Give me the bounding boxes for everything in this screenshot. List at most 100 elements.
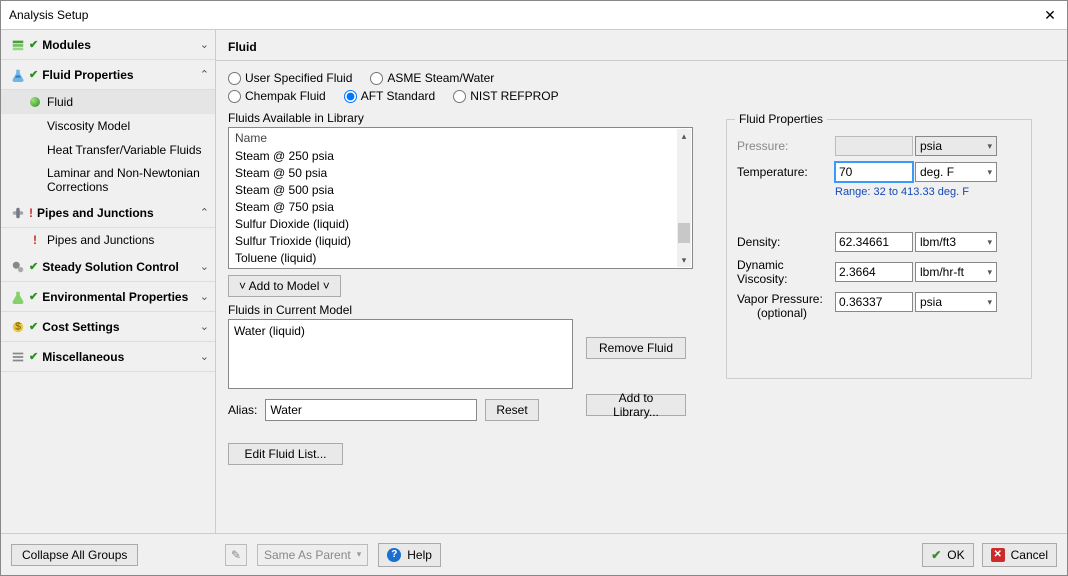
fluid-source-radios: User Specified Fluid ASME Steam/Water Ch… bbox=[228, 71, 588, 103]
vapor-input[interactable] bbox=[835, 292, 913, 312]
viscosity-input[interactable] bbox=[835, 262, 913, 282]
collapse-all-button[interactable]: Collapse All Groups bbox=[11, 544, 138, 566]
sidebar-label: Cost Settings bbox=[42, 320, 200, 334]
sidebar-label: Miscellaneous bbox=[42, 350, 200, 364]
list-item[interactable]: Toluene (liquid) bbox=[229, 250, 677, 267]
vapor-label: Vapor Pressure:(optional) bbox=[737, 292, 835, 320]
same-as-parent-select[interactable]: Same As Parent▾ bbox=[257, 544, 368, 566]
list-icon bbox=[7, 350, 29, 364]
chevron-down-icon: ⌄ bbox=[200, 290, 209, 303]
list-item[interactable]: Steam @ 250 psia bbox=[229, 148, 677, 165]
chevron-down-icon: ▾ bbox=[987, 297, 992, 308]
sidebar-label: Fluid Properties bbox=[42, 68, 200, 82]
alias-input[interactable] bbox=[265, 399, 477, 421]
flask-icon bbox=[7, 68, 29, 82]
scroll-thumb[interactable] bbox=[678, 223, 690, 243]
same-as-parent-icon: ✎ bbox=[225, 544, 247, 566]
current-model-listbox[interactable]: Water (liquid) bbox=[228, 319, 573, 389]
svg-text:$: $ bbox=[15, 320, 21, 332]
sidebar-header-modules[interactable]: ✔ Modules ⌄ bbox=[1, 30, 215, 60]
warning-icon: ! bbox=[27, 233, 43, 247]
viscosity-label: Dynamic Viscosity: bbox=[737, 258, 835, 286]
chevron-up-icon: ⌃ bbox=[200, 206, 209, 219]
library-head: Name bbox=[229, 128, 692, 149]
modules-icon bbox=[7, 38, 29, 52]
radio-asme[interactable]: ASME Steam/Water bbox=[370, 71, 494, 85]
alias-label: Alias: bbox=[228, 403, 257, 417]
sidebar-header-misc[interactable]: ✔ Miscellaneous ⌄ bbox=[1, 342, 215, 372]
sidebar-item-label: Viscosity Model bbox=[47, 119, 209, 133]
radio-nist[interactable]: NIST REFPROP bbox=[453, 89, 558, 103]
help-button[interactable]: ? Help bbox=[378, 543, 441, 567]
list-item[interactable]: Steam @ 50 psia bbox=[229, 165, 677, 182]
library-listbox[interactable]: Name Steam @ 250 psia Steam @ 50 psia St… bbox=[228, 127, 693, 269]
sidebar-header-fluid-properties[interactable]: ✔ Fluid Properties ⌃ bbox=[1, 60, 215, 90]
window-title: Analysis Setup bbox=[9, 8, 88, 22]
group-title: Fluid Properties bbox=[735, 112, 827, 126]
sidebar-label: Modules bbox=[42, 38, 200, 52]
add-to-library-button[interactable]: Add to Library... bbox=[586, 394, 686, 416]
check-icon: ✔ bbox=[29, 290, 38, 303]
chevron-down-icon: ⌄ bbox=[200, 260, 209, 273]
flask-icon bbox=[7, 290, 29, 304]
sidebar-item-laminar[interactable]: Laminar and Non-Newtonian Corrections bbox=[1, 162, 215, 198]
reset-button[interactable]: Reset bbox=[485, 399, 538, 421]
sidebar-item-heat-transfer[interactable]: Heat Transfer/Variable Fluids bbox=[1, 138, 215, 162]
vapor-unit-select[interactable]: psia▾ bbox=[915, 292, 997, 312]
sidebar-header-steady[interactable]: ✔ Steady Solution Control ⌄ bbox=[1, 252, 215, 282]
edit-fluid-list-button[interactable]: Edit Fluid List... bbox=[228, 443, 343, 465]
list-item[interactable]: Steam @ 750 psia bbox=[229, 199, 677, 216]
help-icon: ? bbox=[387, 548, 401, 562]
chevron-down-icon: ▾ bbox=[987, 267, 992, 278]
sidebar-header-cost[interactable]: $ ✔ Cost Settings ⌄ bbox=[1, 312, 215, 342]
check-icon: ✔ bbox=[29, 350, 38, 363]
chevron-up-icon: ⌃ bbox=[200, 68, 209, 81]
pressure-input bbox=[835, 136, 913, 156]
list-item[interactable]: Water (liquid) bbox=[234, 323, 567, 339]
check-icon: ✔ bbox=[29, 320, 38, 333]
check-icon: ✔ bbox=[29, 68, 38, 81]
density-label: Density: bbox=[737, 235, 835, 249]
sidebar-item-fluid[interactable]: Fluid bbox=[1, 90, 215, 114]
sidebar-header-environmental[interactable]: ✔ Environmental Properties ⌄ bbox=[1, 282, 215, 312]
chevron-down-icon: ▾ bbox=[987, 167, 992, 178]
pressure-unit-select: psia▾ bbox=[915, 136, 997, 156]
status-ok-icon bbox=[27, 97, 43, 107]
viscosity-unit-select[interactable]: lbm/hr-ft▾ bbox=[915, 262, 997, 282]
close-icon[interactable]: ✕ bbox=[1041, 7, 1059, 24]
density-input[interactable] bbox=[835, 232, 913, 252]
temperature-unit-select[interactable]: deg. F▾ bbox=[915, 162, 997, 182]
sidebar-item-viscosity[interactable]: Viscosity Model bbox=[1, 114, 215, 138]
sidebar-label: Pipes and Junctions bbox=[37, 206, 200, 220]
list-item[interactable]: Sulfur Trioxide (liquid) bbox=[229, 233, 677, 250]
range-text: Range: 32 to 413.33 deg. F bbox=[835, 186, 1021, 198]
sidebar: ✔ Modules ⌄ ✔ Fluid Properties ⌃ Fluid V… bbox=[1, 30, 216, 533]
sidebar-label: Steady Solution Control bbox=[42, 260, 200, 274]
density-unit-select[interactable]: lbm/ft3▾ bbox=[915, 232, 997, 252]
gears-icon bbox=[7, 260, 29, 274]
add-to-model-button[interactable]: ˅ Add to Model ˅ bbox=[228, 275, 341, 297]
scroll-up-icon[interactable]: ▴ bbox=[677, 129, 691, 143]
check-icon: ✔ bbox=[29, 38, 38, 51]
sidebar-item-pipes[interactable]: ! Pipes and Junctions bbox=[1, 228, 215, 252]
chevron-down-icon: ⌄ bbox=[200, 320, 209, 333]
temperature-label: Temperature: bbox=[737, 165, 835, 179]
scrollbar[interactable]: ▴ ▾ bbox=[677, 129, 691, 267]
chevron-down-icon: ▾ bbox=[987, 141, 992, 152]
cancel-button[interactable]: ✕ Cancel bbox=[982, 543, 1057, 567]
radio-user-specified[interactable]: User Specified Fluid bbox=[228, 71, 352, 85]
ok-button[interactable]: ✔ OK bbox=[922, 543, 973, 567]
scroll-down-icon[interactable]: ▾ bbox=[677, 253, 691, 267]
radio-chempak[interactable]: Chempak Fluid bbox=[228, 89, 326, 103]
pressure-label: Pressure: bbox=[737, 139, 835, 153]
sidebar-item-label: Heat Transfer/Variable Fluids bbox=[47, 143, 209, 157]
list-item[interactable]: Sulfur Dioxide (liquid) bbox=[229, 216, 677, 233]
remove-fluid-button[interactable]: Remove Fluid bbox=[586, 337, 686, 359]
sidebar-header-pipes[interactable]: ! Pipes and Junctions ⌃ bbox=[1, 198, 215, 228]
temperature-input[interactable] bbox=[835, 162, 913, 182]
warning-icon: ! bbox=[29, 206, 33, 220]
radio-aft-standard[interactable]: AFT Standard bbox=[344, 89, 435, 103]
chevron-down-icon: ⌄ bbox=[200, 38, 209, 51]
list-item[interactable]: Steam @ 500 psia bbox=[229, 182, 677, 199]
sidebar-item-label: Laminar and Non-Newtonian Corrections bbox=[47, 166, 209, 194]
